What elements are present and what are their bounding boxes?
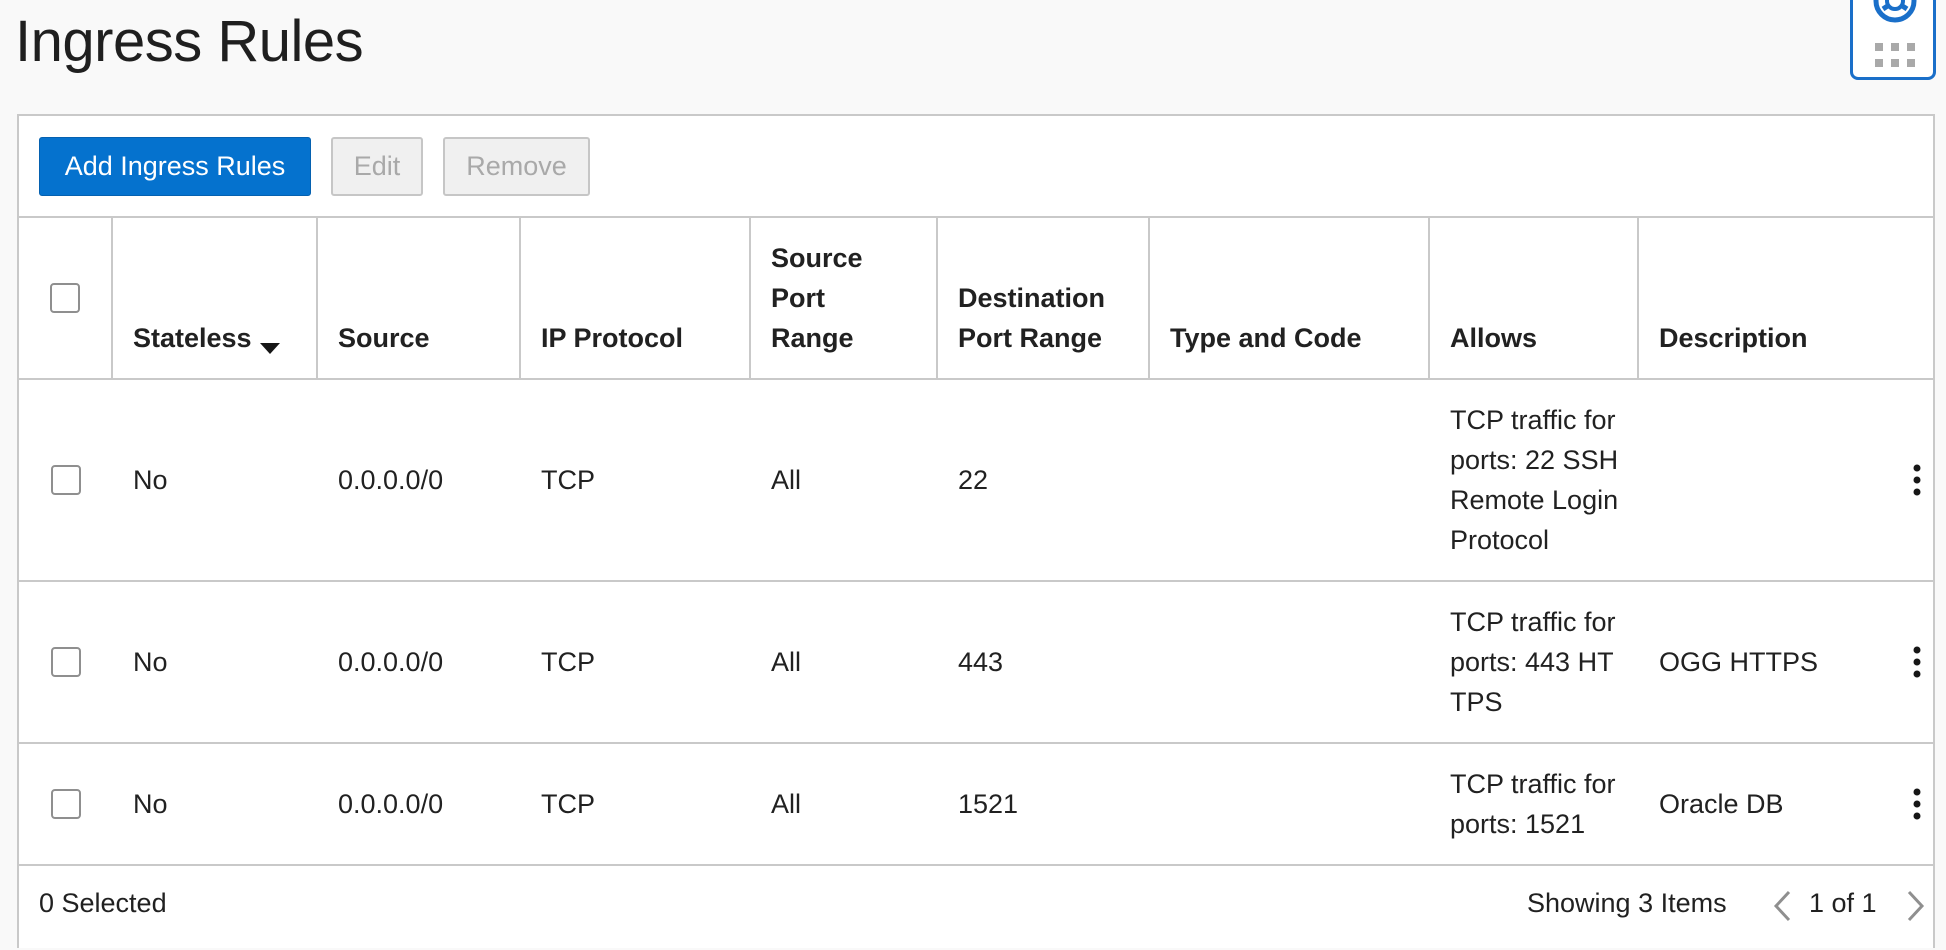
table-row: No 0.0.0.0/0 TCP All 443 TCP traffic for… — [19, 582, 1933, 744]
allows-text: TCP traffic for ports: 22 SSH Remote Log… — [1450, 405, 1619, 555]
lifebuoy-icon[interactable] — [1873, 0, 1917, 23]
table-header-row: Stateless Source IP Protocol Source Port… — [19, 218, 1933, 380]
header-ip-protocol[interactable]: IP Protocol — [521, 218, 751, 378]
header-type-and-code[interactable]: Type and Code — [1150, 218, 1430, 378]
allows-text: TCP traffic for ports: 1521 — [1450, 769, 1616, 839]
row-select-cell — [19, 744, 113, 864]
cell-ip-protocol: TCP — [541, 789, 595, 819]
header-type-and-code-label: Type and Code — [1170, 323, 1362, 353]
header-source-label: Source — [338, 323, 430, 353]
header-destination-port-range[interactable]: Destination Port Range — [938, 218, 1150, 378]
sort-descending-icon — [259, 343, 280, 354]
chevron-left-icon[interactable] — [1771, 888, 1795, 924]
cell-stateless: No — [133, 647, 168, 677]
cell-destination-port-range: 22 — [958, 465, 989, 495]
row-select-cell — [19, 582, 113, 742]
row-select-cell — [19, 380, 113, 580]
table-toolbar: Add Ingress Rules Edit Remove — [19, 116, 1933, 218]
selected-count: 0 Selected — [39, 888, 167, 918]
ingress-rules-panel: Add Ingress Rules Edit Remove Stateless … — [17, 114, 1935, 948]
header-source-port-range[interactable]: Source Port Range — [751, 218, 938, 378]
cell-allows: TCP traffic for ports: 22 SSH Remote Log… — [1430, 380, 1639, 580]
header-ip-protocol-label: IP Protocol — [541, 323, 684, 353]
select-all-checkbox[interactable] — [50, 283, 80, 313]
table-row: No 0.0.0.0/0 TCP All 1521 TCP traffic fo… — [19, 744, 1933, 866]
cell-source: 0.0.0.0/0 — [338, 789, 444, 819]
cell-type-and-code — [1150, 582, 1430, 742]
showing-items-count: Showing 3 Items — [1527, 888, 1727, 918]
row-checkbox[interactable] — [51, 647, 81, 677]
cell-source-port-range: All — [771, 789, 802, 819]
remove-button[interactable]: Remove — [443, 137, 590, 196]
cell-ip-protocol: TCP — [541, 465, 595, 495]
header-destination-port-range-label: Destination Port Range — [958, 283, 1106, 353]
cell-description: Oracle DB — [1659, 789, 1784, 819]
table-row: No 0.0.0.0/0 TCP All 22 TCP traffic for … — [19, 380, 1933, 582]
cell-source-port-range: All — [771, 465, 802, 495]
row-actions-cell — [1899, 744, 1935, 864]
grid-dots-icon[interactable] — [1873, 41, 1917, 71]
kebab-menu-icon[interactable] — [1899, 642, 1935, 682]
cell-destination-port-range: 1521 — [958, 789, 1019, 819]
header-select-all-cell — [19, 218, 113, 378]
row-actions-cell — [1899, 380, 1935, 580]
kebab-menu-icon[interactable] — [1899, 460, 1935, 500]
row-checkbox[interactable] — [51, 465, 81, 495]
cell-source-port-range: All — [771, 647, 802, 677]
cell-allows: TCP traffic for ports: 443 HTTPS — [1430, 582, 1639, 742]
add-ingress-rules-button[interactable]: Add Ingress Rules — [39, 137, 311, 196]
table-footer: 0 Selected Showing 3 Items 1 of 1 — [19, 866, 1933, 950]
edit-button[interactable]: Edit — [331, 137, 423, 196]
page-title: Ingress Rules — [15, 9, 364, 74]
header-stateless[interactable]: Stateless — [113, 218, 318, 378]
header-stateless-label: Stateless — [133, 323, 252, 353]
allows-text: TCP traffic for ports: 443 HTTPS — [1450, 607, 1616, 717]
cell-description: OGG HTTPS — [1659, 647, 1819, 677]
cell-allows: TCP traffic for ports: 1521 — [1430, 744, 1639, 864]
row-actions-cell — [1899, 582, 1935, 742]
cell-description — [1639, 380, 1899, 580]
header-allows[interactable]: Allows — [1430, 218, 1639, 378]
cell-ip-protocol: TCP — [541, 647, 595, 677]
row-checkbox[interactable] — [51, 789, 81, 819]
cell-type-and-code — [1150, 380, 1430, 580]
help-widget[interactable] — [1850, 0, 1936, 80]
cell-type-and-code — [1150, 744, 1430, 864]
cell-source: 0.0.0.0/0 — [338, 465, 444, 495]
header-allows-label: Allows — [1450, 323, 1538, 353]
cell-stateless: No — [133, 789, 168, 819]
cell-destination-port-range: 443 — [958, 647, 1004, 677]
kebab-menu-icon[interactable] — [1899, 784, 1935, 824]
header-description[interactable]: Description — [1639, 218, 1899, 378]
cell-stateless: No — [133, 465, 168, 495]
page-indicator: 1 of 1 — [1809, 888, 1877, 918]
header-source[interactable]: Source — [318, 218, 521, 378]
header-description-label: Description — [1659, 323, 1808, 353]
chevron-right-icon[interactable] — [1903, 888, 1927, 924]
header-source-port-range-label: Source Port Range — [771, 243, 863, 353]
cell-source: 0.0.0.0/0 — [338, 647, 444, 677]
